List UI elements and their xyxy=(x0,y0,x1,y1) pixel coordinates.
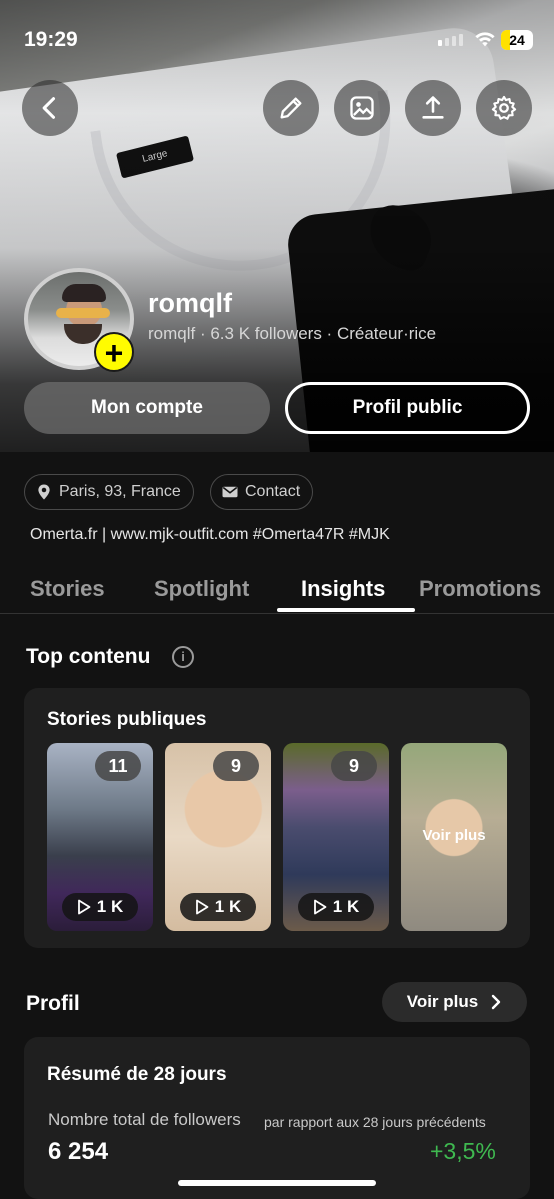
add-story-button[interactable]: + xyxy=(94,332,134,372)
status-time: 19:29 xyxy=(24,28,78,51)
public-stories-title: Stories publiques xyxy=(47,709,207,730)
image-icon xyxy=(350,96,374,120)
see-more-button-label: Voir plus xyxy=(406,992,479,1011)
wifi-icon xyxy=(475,32,495,47)
profile-name: romqlf xyxy=(148,288,232,318)
tab-spotlight[interactable]: Spotlight xyxy=(154,576,249,602)
story-views-label: 1 K xyxy=(214,897,242,916)
back-icon xyxy=(42,97,56,119)
location-label: Paris, 93, France xyxy=(59,483,181,500)
play-icon xyxy=(77,899,91,915)
followers-change-value: +3,5% xyxy=(430,1138,496,1164)
location-pin-icon xyxy=(38,484,50,500)
story-thumbnail[interactable]: 11 1 K xyxy=(47,743,153,931)
profile-tabs: Stories Spotlight Insights Promotions xyxy=(0,568,554,614)
change-banner-button[interactable] xyxy=(334,80,390,136)
status-bar: 19:29 24 xyxy=(0,0,554,80)
story-snap-count: 9 xyxy=(213,751,259,781)
profile-bio[interactable]: Omerta.fr | www.mjk-outfit.com #Omerta47… xyxy=(30,526,390,544)
play-icon xyxy=(313,899,327,915)
summary-title: Résumé de 28 jours xyxy=(47,1064,227,1085)
cellular-signal-icon xyxy=(438,34,463,46)
tab-stories[interactable]: Stories xyxy=(30,576,105,602)
edit-button[interactable] xyxy=(263,80,319,136)
play-icon xyxy=(195,899,209,915)
avatar-hair xyxy=(62,284,106,302)
mail-icon xyxy=(222,486,238,498)
info-icon[interactable]: i xyxy=(172,646,194,668)
back-button[interactable] xyxy=(22,80,78,136)
top-content-title: Top contenu xyxy=(26,645,151,668)
active-tab-indicator xyxy=(277,608,415,612)
total-followers-value: 6 254 xyxy=(48,1138,109,1165)
profile-section-title: Profil xyxy=(26,992,80,1015)
tab-insights[interactable]: Insights xyxy=(301,576,385,602)
see-more-label: Voir plus xyxy=(422,827,486,844)
total-followers-label: Nombre total de followers xyxy=(48,1110,241,1129)
story-views-label: 1 K xyxy=(332,897,360,916)
story-snap-count: 11 xyxy=(95,751,141,781)
story-views: 1 K xyxy=(180,893,256,921)
story-snap-count: 9 xyxy=(331,751,377,781)
gear-icon xyxy=(491,95,517,120)
share-button[interactable] xyxy=(405,80,461,136)
my-account-button[interactable]: Mon compte xyxy=(24,382,270,434)
story-views: 1 K xyxy=(298,893,374,921)
story-thumbnail[interactable]: 9 1 K xyxy=(283,743,389,931)
chevron-right-icon xyxy=(492,994,501,1010)
story-thumbnail[interactable]: 9 1 K xyxy=(165,743,271,931)
contact-chip[interactable]: Contact xyxy=(210,474,314,510)
story-views-label: 1 K xyxy=(96,897,124,916)
contact-label: Contact xyxy=(245,483,301,500)
story-views: 1 K xyxy=(62,893,138,921)
battery-indicator: 24 xyxy=(501,30,533,50)
public-profile-button[interactable]: Profil public xyxy=(285,382,530,434)
see-more-button[interactable]: Voir plus xyxy=(382,982,527,1022)
location-chip[interactable]: Paris, 93, France xyxy=(24,474,194,510)
profile-subtitle: romqlf · 6.3 K followers · Créateur·rice xyxy=(148,324,437,343)
see-more-stories-tile[interactable]: Voir plus xyxy=(401,743,507,931)
tab-promotions[interactable]: Promotions xyxy=(419,576,541,602)
pencil-icon xyxy=(280,97,302,119)
battery-level: 24 xyxy=(509,32,525,48)
home-indicator[interactable] xyxy=(178,1180,376,1186)
comparison-label: par rapport aux 28 jours précédents xyxy=(264,1114,486,1130)
share-icon xyxy=(422,96,444,119)
settings-button[interactable] xyxy=(476,80,532,136)
avatar-glasses xyxy=(56,308,110,318)
